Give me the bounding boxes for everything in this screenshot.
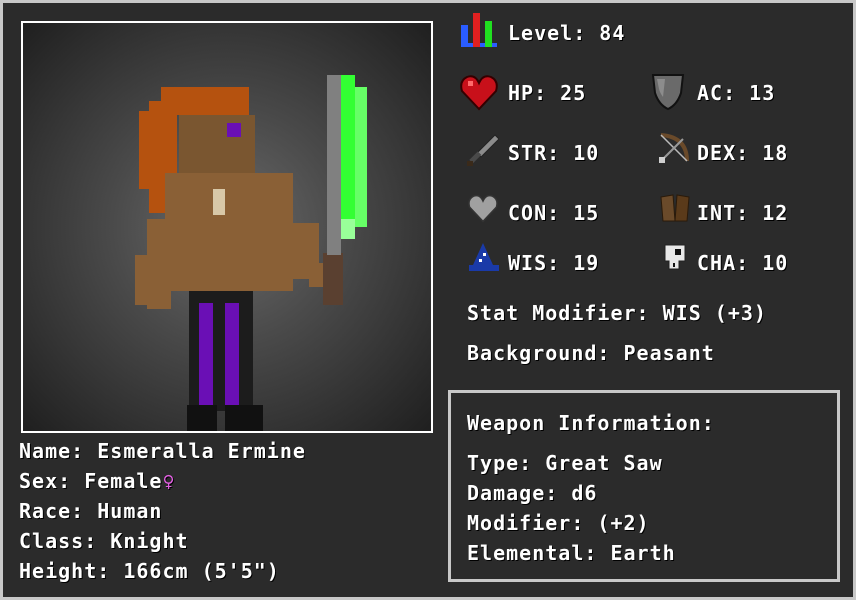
skull-icon — [664, 244, 686, 270]
shield-icon — [651, 74, 685, 111]
wis-value: 19 — [573, 251, 600, 275]
weapon-damage-value: d6 — [571, 481, 598, 505]
weapon-info-panel: Weapon Information: Type: Great Saw Dama… — [448, 390, 840, 582]
cha-label: CHA: — [697, 251, 750, 275]
sword-icon — [467, 134, 499, 166]
con-value: 15 — [573, 201, 600, 225]
character-sheet: Name: Esmeralla Ermine Sex: Female♀ Race… — [3, 3, 853, 597]
weapon-elemental-label: Elemental: — [467, 541, 598, 565]
weapon-modifier-row: Modifier: (+2) — [467, 511, 650, 535]
character-race: Human — [97, 499, 163, 523]
class-label: Class: — [19, 529, 98, 553]
level-bars-icon — [461, 13, 497, 47]
height-row: Height: 166cm (5'5") — [19, 559, 280, 583]
background-label: Background: — [467, 341, 611, 365]
str-row: STR: 10 — [508, 141, 599, 165]
hp-value: 25 — [560, 81, 587, 105]
con-row: CON: 15 — [508, 201, 599, 225]
wis-row: WIS: 19 — [508, 251, 599, 275]
class-row: Class: Knight — [19, 529, 189, 553]
ac-label: AC: — [697, 81, 737, 105]
race-row: Race: Human — [19, 499, 162, 523]
int-value: 12 — [762, 201, 789, 225]
wis-label: WIS: — [508, 251, 561, 275]
character-height: 166cm (5'5") — [123, 559, 280, 583]
height-label: Height: — [19, 559, 111, 583]
int-row: INT: 12 — [697, 201, 788, 225]
dex-label: DEX: — [697, 141, 750, 165]
character-sprite — [135, 75, 367, 431]
weapon-modifier-label: Modifier: — [467, 511, 585, 535]
character-portrait — [21, 21, 433, 433]
weapon-elemental-value: Earth — [610, 541, 676, 565]
str-value: 10 — [573, 141, 600, 165]
cha-row: CHA: 10 — [697, 251, 788, 275]
character-sex: Female — [84, 469, 163, 493]
str-label: STR: — [508, 141, 561, 165]
race-label: Race: — [19, 499, 85, 523]
weapon-modifier-value: (+2) — [597, 511, 650, 535]
bow-icon — [659, 133, 689, 163]
stat-modifier-row: Stat Modifier: WIS (+3) — [467, 301, 767, 325]
level-value: 84 — [599, 21, 626, 45]
weapon-type-value: Great Saw — [545, 451, 663, 475]
int-label: INT: — [697, 201, 750, 225]
weapon-elemental-row: Elemental: Earth — [467, 541, 676, 565]
ac-row: AC: 13 — [697, 81, 775, 105]
sex-label: Sex: — [19, 469, 72, 493]
character-class: Knight — [110, 529, 189, 553]
female-symbol-icon: ♀ — [162, 469, 176, 493]
sex-row: Sex: Female♀ — [19, 469, 176, 493]
hp-label: HP: — [508, 81, 548, 105]
ac-value: 13 — [749, 81, 776, 105]
character-name: Esmeralla Ermine — [97, 439, 306, 463]
stat-modifier-label: Stat Modifier: — [467, 301, 650, 325]
cha-value: 10 — [762, 251, 789, 275]
level-row: Level: 84 — [508, 21, 625, 45]
weapon-type-label: Type: — [467, 451, 533, 475]
weapon-heading: Weapon Information: — [467, 411, 715, 435]
weapon-damage-row: Damage: d6 — [467, 481, 597, 505]
background-value: Peasant — [623, 341, 715, 365]
grey-heart-icon — [468, 194, 498, 223]
name-label: Name: — [19, 439, 85, 463]
background-row: Background: Peasant — [467, 341, 715, 365]
book-icon — [660, 194, 690, 222]
name-row: Name: Esmeralla Ermine — [19, 439, 306, 463]
dex-row: DEX: 18 — [697, 141, 788, 165]
hp-row: HP: 25 — [508, 81, 586, 105]
dex-value: 18 — [762, 141, 789, 165]
weapon-type-row: Type: Great Saw — [467, 451, 663, 475]
stat-modifier-value: WIS (+3) — [662, 301, 767, 325]
heart-icon — [460, 75, 498, 111]
weapon-damage-label: Damage: — [467, 481, 559, 505]
con-label: CON: — [508, 201, 561, 225]
wizard-hat-icon — [469, 243, 499, 271]
level-label: Level: — [508, 21, 587, 45]
